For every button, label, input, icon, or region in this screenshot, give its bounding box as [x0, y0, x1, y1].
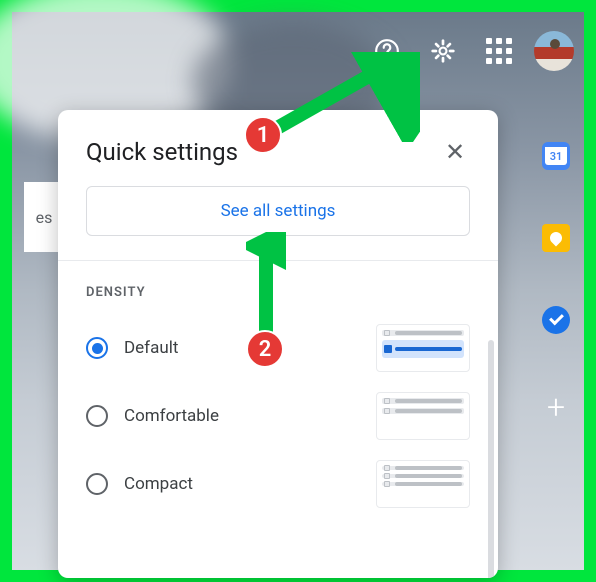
density-preview-compact: [376, 460, 470, 508]
density-radio-default[interactable]: [86, 337, 108, 359]
side-rail: 31 +: [542, 142, 570, 426]
annotation-badge-1: 1: [244, 116, 282, 154]
addons-plus-icon[interactable]: +: [542, 388, 570, 426]
density-label-default[interactable]: Default: [124, 338, 360, 358]
density-label-compact[interactable]: Compact: [124, 474, 360, 494]
avatar[interactable]: [534, 31, 574, 71]
tasks-icon[interactable]: [542, 306, 570, 334]
keep-icon[interactable]: [542, 224, 570, 252]
see-all-settings-button[interactable]: See all settings: [86, 186, 470, 236]
density-radio-comfortable[interactable]: [86, 405, 108, 427]
density-radio-compact[interactable]: [86, 473, 108, 495]
density-preview-comfortable: [376, 392, 470, 440]
density-preview-default: [376, 324, 470, 372]
scrollbar[interactable]: [488, 340, 494, 578]
gear-icon[interactable]: [422, 30, 464, 72]
close-icon[interactable]: ✕: [440, 138, 470, 166]
apps-grid-icon[interactable]: [478, 30, 520, 72]
annotation-badge-2: 2: [246, 330, 284, 368]
annotation-arrow-1: [260, 52, 420, 142]
panel-title: Quick settings: [86, 138, 238, 166]
density-label-comfortable[interactable]: Comfortable: [124, 406, 360, 426]
calendar-icon[interactable]: 31: [542, 142, 570, 170]
